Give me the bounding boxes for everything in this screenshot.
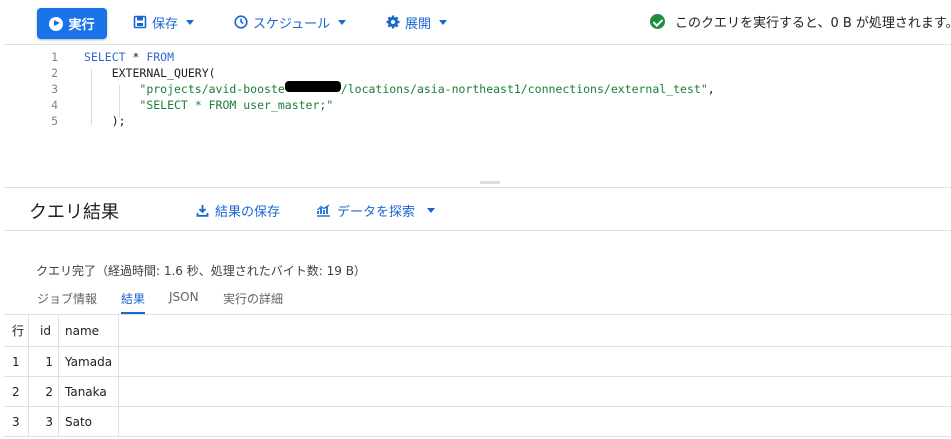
chevron-down-icon (338, 19, 347, 25)
code-text: * (125, 50, 147, 64)
play-icon (49, 16, 64, 31)
code-line: 2 EXTERNAL_QUERY( (4, 65, 216, 81)
chart-icon (317, 204, 330, 217)
query-validation-status: このクエリを実行すると、0 B が処理されます。 (650, 12, 951, 31)
save-icon (133, 15, 147, 29)
column-header-name: name (59, 315, 119, 346)
deploy-menu-label: 展開 (405, 16, 432, 32)
gear-icon (386, 15, 400, 29)
code-function: EXTERNAL_QUERY (111, 66, 209, 80)
run-button-label: 実行 (68, 18, 95, 33)
redaction-mark (284, 81, 341, 92)
tab-results[interactable]: 結果 (121, 290, 146, 314)
chevron-down-icon (427, 208, 436, 213)
id-cell: 1 (29, 347, 59, 376)
save-menu-label: 保存 (152, 16, 179, 32)
table-row: 3 3 Sato (4, 407, 951, 437)
download-icon (196, 205, 209, 217)
line-number: 5 (51, 114, 58, 128)
table-row: 2 2 Tanaka (4, 377, 951, 407)
id-cell: 3 (29, 407, 59, 436)
results-table: 行 id name 1 1 Yamada 2 2 Tanaka 3 3 Sato (4, 315, 951, 437)
tab-job-info[interactable]: ジョブ情報 (37, 290, 97, 314)
results-header: クエリ結果 結果の保存 データを探索 (4, 187, 951, 231)
code-line: 4 "SELECT * FROM user_master;" (4, 97, 333, 113)
code-line: 1 SELECT * FROM (4, 49, 174, 65)
clock-icon (234, 15, 248, 29)
chevron-down-icon (186, 19, 195, 25)
code-string: /locations/asia-northeast1/connections/e… (340, 82, 708, 96)
job-summary: クエリ完了（経過時間: 1.6 秒、処理されたバイト数: 19 B） (36, 264, 366, 278)
status-text: このクエリを実行すると、0 B が処理されます。 (675, 16, 951, 31)
editor-resize-handle[interactable] (480, 181, 500, 184)
results-tabs: ジョブ情報 結果 JSON 実行の詳細 (4, 287, 951, 315)
id-cell: 2 (29, 377, 59, 406)
code-keyword: FROM (146, 50, 175, 64)
chevron-down-icon (439, 19, 448, 25)
code-string: "SELECT * FROM user_master;" (139, 98, 334, 112)
code-line: 5 ); (4, 113, 126, 129)
line-number: 3 (51, 82, 58, 96)
schedule-menu-label: スケジュール (253, 16, 331, 32)
query-toolbar: 実行 保存 スケジュール 展開 このクエリを実行すると、0 B が処理されます。 (0, 0, 951, 44)
save-results-button[interactable]: 結果の保存 (196, 201, 280, 220)
code-text: , (707, 82, 715, 96)
schedule-menu-button[interactable]: スケジュール (234, 11, 347, 33)
code-text: ( (208, 66, 216, 80)
table-row: 1 1 Yamada (4, 347, 951, 377)
code-keyword: SELECT (84, 50, 126, 64)
check-circle-icon (650, 14, 665, 29)
deploy-menu-button[interactable]: 展開 (386, 11, 448, 33)
save-menu-button[interactable]: 保存 (133, 11, 195, 33)
code-text: ); (111, 114, 126, 128)
name-cell: Yamada (59, 347, 119, 376)
row-number-cell: 2 (4, 377, 29, 406)
row-number-cell: 1 (4, 347, 29, 376)
tab-json[interactable]: JSON (169, 290, 199, 314)
save-results-label: 結果の保存 (215, 205, 281, 220)
row-number-cell: 3 (4, 407, 29, 436)
tab-execution-details[interactable]: 実行の詳細 (223, 290, 283, 314)
column-header-row-number: 行 (4, 315, 29, 346)
name-cell: Sato (59, 407, 119, 436)
results-title: クエリ結果 (29, 202, 119, 223)
line-number: 4 (51, 98, 58, 112)
line-number: 2 (51, 66, 58, 80)
code-string: "projects/avid-booste (139, 82, 285, 96)
run-button[interactable]: 実行 (37, 8, 107, 39)
line-number: 1 (51, 50, 58, 64)
code-line: 3 "projects/avid-booste/locations/asia-n… (4, 81, 715, 97)
explore-data-button[interactable]: データを探索 (316, 201, 436, 220)
column-header-id: id (29, 315, 59, 346)
sql-editor[interactable]: 1 SELECT * FROM 2 EXTERNAL_QUERY( 3 "pro… (4, 44, 951, 188)
name-cell: Tanaka (59, 377, 119, 406)
table-header-row: 行 id name (4, 315, 951, 347)
explore-data-label: データを探索 (337, 205, 416, 220)
